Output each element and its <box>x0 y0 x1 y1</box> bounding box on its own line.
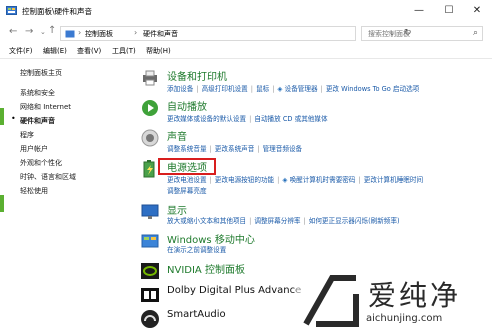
category-title[interactable]: SmartAudio <box>167 309 226 320</box>
breadcrumb-separator-icon: › <box>78 28 82 37</box>
sidebar-item-user-accounts[interactable]: 用户帐户 <box>20 144 48 154</box>
sidebar-item-clock-region[interactable]: 时钟、语言和区域 <box>20 172 76 182</box>
task-links: 放大或缩小文本和其他项目 | 调整屏幕分辨率 | 如何更正显示器闪烁(刷新频率) <box>167 217 400 225</box>
task-link[interactable]: 更改系统声音 <box>215 145 255 153</box>
category-title[interactable]: Dolby Digital Plus Advance <box>167 285 301 296</box>
task-link[interactable]: 高级打印机设置 <box>202 85 248 93</box>
task-link[interactable]: 更改 Windows To Go 启动选项 <box>326 85 419 93</box>
task-link[interactable]: 自动播放 CD 或其他媒体 <box>254 115 327 123</box>
search-icon[interactable]: ⌕ <box>473 28 478 38</box>
sidebar-home[interactable]: 控制面板主页 <box>20 68 62 78</box>
up-icon[interactable]: ↑ <box>48 25 56 36</box>
address-bar[interactable]: › 控制面板 › 硬件和声音 ⌄ ↻ <box>60 26 412 41</box>
menu-bar: 文件(F) 编辑(E) 查看(V) 工具(T) 帮助(H) <box>0 44 492 59</box>
category-title[interactable]: NVIDIA 控制面板 <box>167 261 245 276</box>
navigation-bar: ← → ⌄ ↑ › 控制面板 › 硬件和声音 ⌄ ↻ 搜索控制面板 ⌕ <box>0 22 492 44</box>
forward-icon[interactable]: → <box>25 26 33 37</box>
breadcrumb-hardware-sound[interactable]: 硬件和声音 <box>143 29 178 39</box>
recent-dropdown-icon[interactable]: ⌄ <box>40 28 46 36</box>
dolby-icon <box>141 288 159 302</box>
folder-icon <box>65 30 75 38</box>
autoplay-icon <box>142 100 158 116</box>
task-link[interactable]: 在演示之前调整设置 <box>167 246 226 254</box>
minimize-button[interactable]: — <box>404 0 434 22</box>
sidebar: 控制面板主页 系统和安全 网络和 Internet • 硬件和声音 程序 用户帐… <box>0 58 128 332</box>
battery-icon <box>143 160 155 178</box>
sidebar-item-security[interactable]: 系统和安全 <box>20 88 55 98</box>
current-item-bullet-icon: • <box>11 114 16 123</box>
sidebar-item-appearance[interactable]: 外观和个性化 <box>20 158 62 168</box>
search-box[interactable]: 搜索控制面板 ⌕ <box>361 26 483 41</box>
task-link[interactable]: 添加设备 <box>167 85 193 93</box>
task-link[interactable]: 放大或缩小文本和其他项目 <box>167 217 246 225</box>
mobility-center-icon <box>141 234 159 248</box>
task-link[interactable]: 更改电源按钮的功能 <box>215 176 274 184</box>
printer-icon <box>143 70 157 86</box>
watermark-url: aichunjing.com <box>366 313 443 324</box>
monitor-icon <box>141 204 159 219</box>
category-title[interactable]: 自动播放 <box>167 98 207 113</box>
shield-icon: ◈ <box>282 176 288 184</box>
back-icon[interactable]: ← <box>9 26 17 37</box>
sidebar-item-network[interactable]: 网络和 Internet <box>20 102 71 112</box>
sidebar-item-ease-of-access[interactable]: 轻松使用 <box>20 186 48 196</box>
task-link[interactable]: 鼠标 <box>256 85 269 93</box>
menu-file[interactable]: 文件(F) <box>9 46 33 56</box>
close-button[interactable]: ✕ <box>462 0 492 22</box>
task-link[interactable]: 设备管理器 <box>285 85 318 93</box>
task-link[interactable]: 如何更正显示器闪烁(刷新频率) <box>309 217 400 225</box>
nvidia-icon <box>141 263 159 279</box>
speaker-icon <box>141 129 159 147</box>
headphones-icon <box>141 310 159 328</box>
menu-view[interactable]: 查看(V) <box>77 46 101 56</box>
window-title: 控制面板\硬件和声音 <box>22 7 93 16</box>
highlight-box <box>158 158 216 175</box>
search-placeholder: 搜索控制面板 <box>368 30 410 38</box>
category-title[interactable]: 设备和打印机 <box>167 68 227 83</box>
title-bar: 控制面板\硬件和声音 — ☐ ✕ <box>0 0 492 22</box>
task-links: 更改媒体或设备的默认设置 | 自动播放 CD 或其他媒体 <box>167 115 328 123</box>
task-link[interactable]: 更改电池设置 <box>167 176 207 184</box>
maximize-button[interactable]: ☐ <box>434 0 464 22</box>
task-link[interactable]: 管理音频设备 <box>263 145 303 153</box>
sidebar-item-programs[interactable]: 程序 <box>20 130 34 140</box>
shield-icon: ◈ <box>277 85 283 93</box>
menu-edit[interactable]: 编辑(E) <box>43 46 67 56</box>
breadcrumb-separator-icon: › <box>134 28 138 37</box>
breadcrumb-control-panel[interactable]: 控制面板 <box>85 29 113 39</box>
task-link[interactable]: 调整屏幕分辨率 <box>254 217 300 225</box>
sidebar-item-hardware-sound[interactable]: 硬件和声音 <box>20 116 55 126</box>
task-link[interactable]: 调整屏幕亮度 <box>167 187 207 195</box>
task-links: 更改电池设置 | 更改电源按钮的功能 | ◈ 唤醒计算机时需要密码 | 更改计算机睡眠时间 <box>167 176 424 184</box>
task-link[interactable]: 唤醒计算机时需要密码 <box>290 176 356 184</box>
menu-help[interactable]: 帮助(H) <box>146 46 171 56</box>
task-links: 在演示之前调整设置 <box>167 244 226 254</box>
menu-tools[interactable]: 工具(T) <box>112 46 136 56</box>
task-link[interactable]: 更改计算机睡眠时间 <box>364 176 423 184</box>
watermark-logo-icon <box>303 275 359 327</box>
watermark: 爱纯净 aichunjing.com <box>296 268 492 332</box>
task-link[interactable]: 更改媒体或设备的默认设置 <box>167 115 246 123</box>
task-link[interactable]: 调整系统音量 <box>167 145 207 153</box>
task-links: 调整屏幕亮度 <box>167 185 207 195</box>
watermark-name: 爱纯净 <box>368 279 462 312</box>
category-title[interactable]: 声音 <box>167 128 187 143</box>
task-links: 调整系统音量 | 更改系统声音 | 管理音频设备 <box>167 145 303 153</box>
task-links: 添加设备 | 高级打印机设置 | 鼠标 | ◈ 设备管理器 | 更改 Windows To Go… <box>167 85 420 93</box>
control-panel-icon <box>6 6 17 15</box>
